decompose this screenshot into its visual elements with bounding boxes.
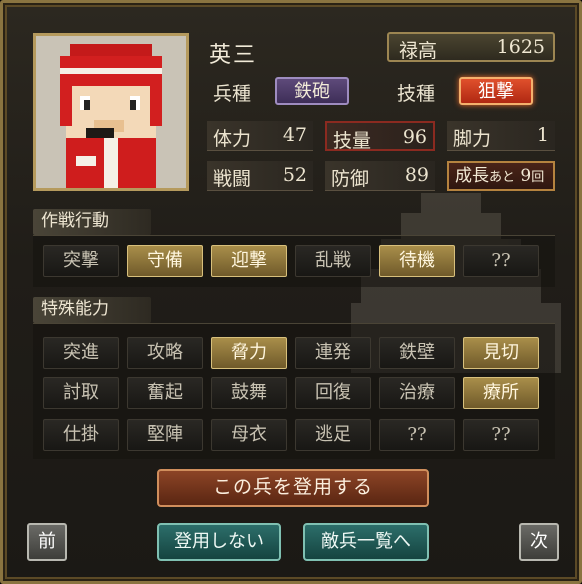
tactic-button[interactable]: ?? (463, 245, 539, 277)
tactic-button[interactable]: 乱戦 (295, 245, 371, 277)
tactic-button[interactable]: 迎撃 (211, 245, 287, 277)
ability-button[interactable]: 治療 (379, 377, 455, 409)
ability-button[interactable]: 仕掛 (43, 419, 119, 451)
stipend-box: 禄高 1625 (387, 32, 555, 62)
pixel-soldier-icon (36, 36, 186, 188)
tactic-button[interactable]: 待機 (379, 245, 455, 277)
growth-remain: あと (489, 170, 516, 185)
stat-combat-value: 52 (282, 164, 307, 186)
ability-button[interactable]: ?? (379, 419, 455, 451)
ability-button[interactable]: 鉄壁 (379, 337, 455, 369)
prev-button[interactable]: 前 (27, 523, 67, 561)
decline-button[interactable]: 登用しない (157, 523, 281, 561)
ability-button[interactable]: 回復 (295, 377, 371, 409)
ability-button[interactable]: 連発 (295, 337, 371, 369)
stat-stamina: 体力 47 (207, 121, 313, 151)
stat-skill: 技量 96 (325, 121, 435, 152)
stat-legs: 脚力 1 (447, 121, 555, 151)
stat-legs-value: 1 (536, 124, 549, 146)
stat-defense-label: 防御 (331, 168, 370, 190)
growth-counter: 成長あと 9回 (447, 161, 555, 191)
stipend-value: 1625 (496, 36, 545, 58)
growth-value: 9 (520, 166, 532, 186)
ability-button[interactable]: 堅陣 (127, 419, 203, 451)
ability-button[interactable]: 療所 (463, 377, 539, 409)
ability-button[interactable]: 母衣 (211, 419, 287, 451)
stat-legs-label: 脚力 (453, 128, 492, 150)
stipend-label: 禄高 (399, 40, 438, 62)
unit-name: 英三 (209, 43, 258, 68)
abilities-title: 特殊能力 (33, 297, 151, 323)
stat-defense-value: 89 (404, 164, 429, 186)
stat-skill-label: 技量 (333, 130, 372, 152)
next-button[interactable]: 次 (519, 523, 559, 561)
tactic-button[interactable]: 守備 (127, 245, 203, 277)
enemy-list-button[interactable]: 敵兵一覧へ (303, 523, 429, 561)
ability-button[interactable]: ?? (463, 419, 539, 451)
skill-type-label: 技種 (397, 83, 436, 105)
recruit-button[interactable]: この兵を登用する (157, 469, 429, 507)
stat-stamina-label: 体力 (213, 128, 252, 150)
ability-button[interactable]: 逃足 (295, 419, 371, 451)
ability-button[interactable]: 奮起 (127, 377, 203, 409)
stat-stamina-value: 47 (282, 124, 307, 146)
stat-defense: 防御 89 (325, 161, 435, 191)
stat-skill-value: 96 (402, 126, 427, 148)
ability-button[interactable]: 討取 (43, 377, 119, 409)
troop-type-badge: 鉄砲 (275, 77, 349, 105)
ability-button[interactable]: 見切 (463, 337, 539, 369)
growth-unit: 回 (531, 170, 545, 185)
ability-button[interactable]: 鼓舞 (211, 377, 287, 409)
ability-button[interactable]: 攻略 (127, 337, 203, 369)
ability-button[interactable]: 突進 (43, 337, 119, 369)
ability-button[interactable]: 脅力 (211, 337, 287, 369)
tactic-button[interactable]: 突撃 (43, 245, 119, 277)
stat-combat: 戦闘 52 (207, 161, 313, 191)
stat-combat-label: 戦闘 (213, 168, 252, 190)
tactics-title: 作戦行動 (33, 209, 151, 235)
unit-portrait (33, 33, 189, 191)
unit-recruit-window: 英三 禄高 1625 兵種 鉄砲 技種 狙撃 体力 47 技量 96 脚力 1 … (0, 0, 582, 584)
growth-label: 成長 (455, 166, 489, 186)
skill-type-badge: 狙撃 (459, 77, 533, 105)
troop-type-label: 兵種 (213, 83, 252, 105)
